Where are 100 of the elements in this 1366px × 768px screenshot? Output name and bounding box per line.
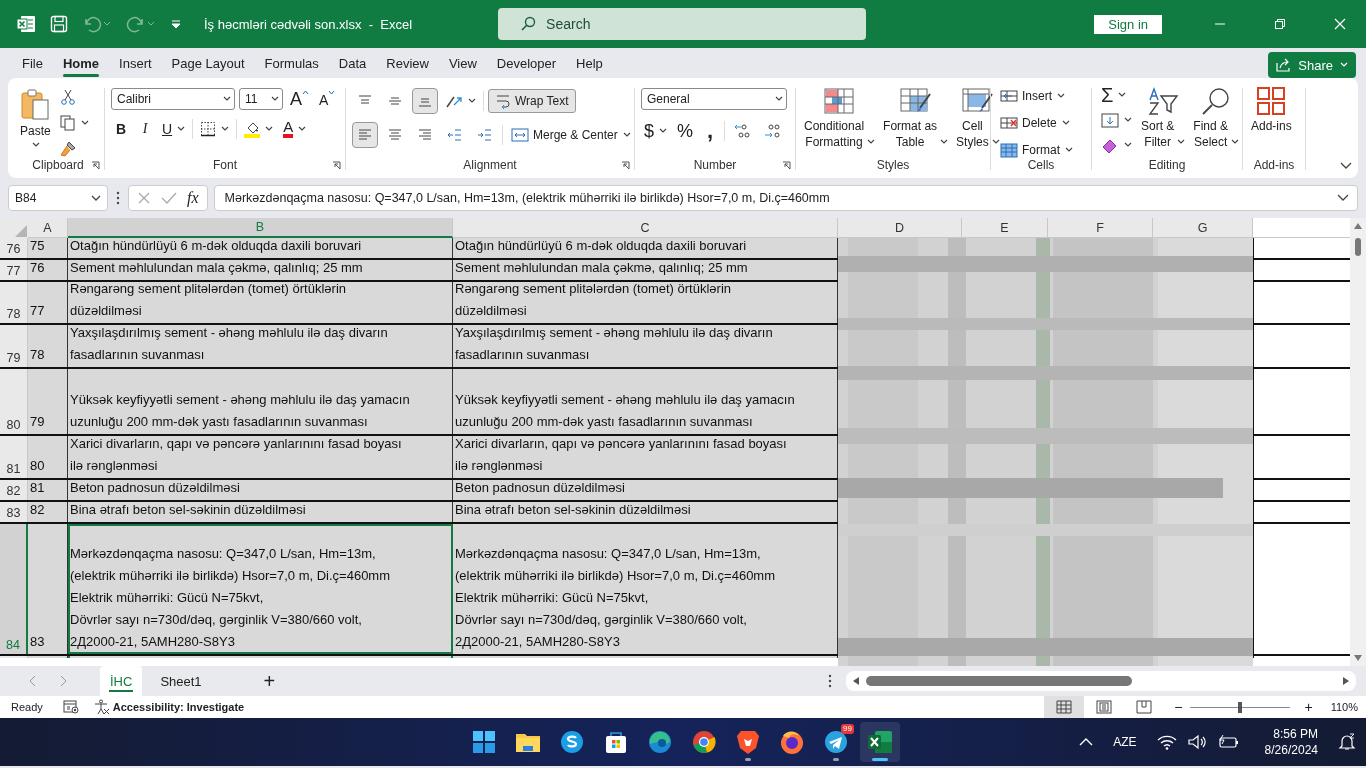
accessibility-button[interactable]: Accessibility: Investigate	[112, 701, 245, 713]
wrap-icon	[495, 93, 511, 109]
spreadsheet-logo-icon	[866, 728, 894, 756]
table-cell-text: 76	[30, 260, 45, 277]
italic-button[interactable]: I	[135, 118, 155, 140]
wrap-text-button[interactable]: Wrap Text	[488, 89, 576, 113]
row-header[interactable]: 76	[0, 238, 28, 258]
row-header[interactable]: 81	[0, 436, 28, 478]
table-cell-text: Otağın hündürlüyü 6 m-dək olduqda daxili boruvari	[70, 238, 362, 255]
menu-tab[interactable]: Page Layout	[161, 48, 255, 78]
add-sheet-button[interactable]: +	[257, 669, 282, 693]
table-cell-text: Yüksək keyfiyyətli sement - əhəng məhlulu ilə daş yamacın uzunluğu 200 mm-dək yastı fasadlarının suvanması	[455, 391, 795, 431]
row-header[interactable]: 77	[0, 260, 28, 280]
horizontal-align-button[interactable]	[352, 122, 378, 148]
percent-button[interactable]: %	[674, 120, 697, 142]
page-break-icon	[1136, 700, 1153, 714]
scroll-thumb[interactable]	[1355, 238, 1361, 256]
paste-button[interactable]: Paste	[18, 84, 53, 150]
search-field[interactable]: Search	[498, 8, 867, 40]
row-header[interactable]: 79	[0, 325, 28, 367]
font-size-field[interactable]: 11	[239, 88, 283, 110]
vertical-scrollbar[interactable]	[1350, 218, 1366, 666]
merge-center-button[interactable]: Merge & Center	[507, 124, 634, 146]
format-as-table-button[interactable]: Format as Table	[881, 84, 951, 152]
font-color-button[interactable]: A	[280, 118, 310, 140]
grid-icon	[1056, 700, 1073, 714]
row-header[interactable]: 83	[0, 502, 28, 522]
row-header[interactable]: 84	[0, 524, 28, 654]
column-header[interactable]: B	[68, 218, 453, 238]
font-name-field[interactable]: Calibri	[111, 88, 235, 110]
find-select-button[interactable]: Find & Select	[1191, 84, 1242, 152]
clock-time: 8:56 PM	[1273, 726, 1318, 742]
next-sheet-icon	[60, 675, 68, 687]
table-cell-text: Yaxşılaşdırılmış sement - əhəng məhlulu ilə daş divarın fasadlarının suvanması	[70, 325, 388, 364]
paintbrush-icon	[59, 141, 76, 157]
sheet-tab[interactable]: İHC	[100, 666, 143, 696]
row-header[interactable]: 80	[0, 369, 28, 434]
name-box[interactable]: B84	[8, 185, 108, 211]
menu-tab[interactable]: Help	[566, 48, 613, 78]
insert-function-button[interactable]: fx	[187, 189, 199, 207]
right-arrow-icon	[1342, 676, 1350, 686]
group-label: Number	[693, 158, 737, 172]
table-cell-text: Beton padnosun düzəldilməsi	[70, 480, 240, 497]
number-format-field[interactable]: General	[641, 88, 787, 110]
zoom-in-button[interactable]: +	[1300, 699, 1317, 715]
menu-tab[interactable]: File	[12, 48, 53, 78]
menu-tab[interactable]: Developer	[486, 48, 567, 78]
chevron-up-icon	[1079, 738, 1094, 746]
conditional-formatting-button[interactable]: Conditional Formatting	[802, 84, 878, 152]
zoom-level-button[interactable]: 110%	[1330, 701, 1358, 713]
normal-view-button[interactable]	[1044, 696, 1085, 718]
sign-in-button[interactable]: Sign in	[1094, 14, 1162, 34]
up-caret-icon	[302, 90, 309, 95]
share-button[interactable]: Share	[1268, 52, 1356, 78]
customize-toolbar-icon	[170, 18, 182, 30]
row-header[interactable]: 82	[0, 480, 28, 500]
increase-font-button[interactable]: A	[287, 88, 312, 110]
row-header[interactable]: 78	[0, 282, 28, 323]
table-cell-text: 79	[30, 413, 45, 431]
comma-style-button[interactable]: ,	[700, 120, 721, 142]
menu-tab[interactable]: Insert	[109, 48, 162, 78]
delete-cells-button[interactable]: Delete	[997, 111, 1076, 135]
scissors-icon	[59, 89, 76, 105]
underline-button[interactable]: U	[159, 118, 189, 140]
zoom-out-button[interactable]: −	[1170, 699, 1187, 715]
sort-filter-button[interactable]: Sort & Filter	[1139, 84, 1188, 152]
decrease-font-button[interactable]: A	[316, 88, 339, 110]
autosum-button[interactable]: Σ	[1098, 84, 1135, 106]
menu-tab[interactable]: View	[438, 48, 487, 78]
sheet-tab[interactable]: Sheet1	[150, 666, 212, 696]
group-label: Add-ins	[1253, 158, 1295, 172]
currency-button[interactable]: $	[641, 120, 670, 142]
horizontal-scrollbar[interactable]	[846, 671, 1356, 691]
outdent-icon	[447, 127, 463, 143]
menu-tab[interactable]: Home	[52, 48, 110, 78]
table-cell-text: 81	[30, 480, 45, 497]
caret-icon	[1065, 147, 1073, 153]
group-label: Alignment	[463, 158, 517, 172]
taskbar-app[interactable]: 99	[816, 722, 856, 762]
insert-cells-button[interactable]: Insert	[997, 84, 1076, 108]
group-label: Clipboard	[32, 158, 84, 172]
align-icon	[387, 127, 403, 143]
notification-bell-icon	[1338, 733, 1356, 751]
dialog-launcher-icon	[332, 161, 341, 170]
accessibility-icon	[93, 699, 110, 715]
vertical-align-button[interactable]	[412, 88, 438, 114]
bold-button[interactable]: B	[111, 118, 131, 140]
table-cell-text: Sement məhlulundan mala çəkmə, qalınlıq; 25 mm	[455, 260, 748, 277]
menu-tab[interactable]: Formulas	[254, 48, 329, 78]
slider-thumb[interactable]	[1238, 701, 1243, 713]
language-indicator[interactable]: AZE	[1113, 735, 1137, 749]
caret-icon	[867, 139, 876, 145]
redo-icon	[126, 15, 156, 33]
menu-tab[interactable]: Data	[328, 48, 377, 78]
menu-tab[interactable]: Review	[376, 48, 439, 78]
formula-field[interactable]: Mərkəzdənqaçma nasosu: Q=347,0 L/san, Hm=13m, (elektrik mühərriki ilə birlikdə) Hsor=7,0 m, Di.ç=460mm	[213, 185, 1358, 211]
table-cell-text: Rəngarəng sement plitələrdən (tomet) örtüklərin düzəldilməsi	[455, 282, 732, 320]
add-ins-button[interactable]: Add-ins	[1249, 84, 1294, 136]
taskbar-app[interactable]	[860, 722, 900, 762]
left-arrow-icon	[852, 676, 860, 686]
